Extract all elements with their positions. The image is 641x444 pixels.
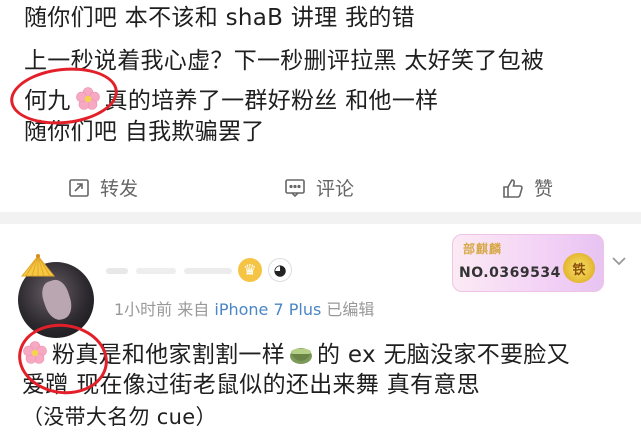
- like-label: 赞: [534, 178, 554, 200]
- comment-button[interactable]: 评论: [284, 174, 354, 201]
- comment-card: ♛ ◕ 1小时前 来自 iPhone 7 Plus 已编辑 部麒麟 NO.036…: [0, 224, 641, 444]
- fan-icon: [20, 254, 56, 277]
- post-text-line-2: 上一秒说着我心虚？下一秒删评拉黑 太好笑了包被: [24, 48, 545, 74]
- fan-badge-medal: 铁: [563, 253, 595, 283]
- comment-text-1c: 的 ex 无脑没家不要脸又: [317, 342, 570, 368]
- fan-badge-number: NO.0369534: [459, 265, 561, 281]
- meta-device[interactable]: iPhone 7 Plus: [214, 300, 321, 319]
- post-body: 随你们吧 本不该和 shaB 讲理 我的错 上一秒说着我心虚？下一秒删评拉黑 太…: [0, 0, 641, 208]
- meta-time: 1小时前: [114, 300, 173, 319]
- comment-meta: 1小时前 来自 iPhone 7 Plus 已编辑: [114, 296, 374, 320]
- user-badges: ♛ ◕: [238, 258, 292, 282]
- comment-icon: [285, 178, 305, 197]
- post-text-line-3-rest: 真的培养了一群好粉丝 和他一样: [104, 88, 439, 114]
- crown-badge-icon[interactable]: ♛: [238, 258, 262, 282]
- like-button[interactable]: 赞: [502, 174, 553, 201]
- section-divider: [0, 212, 641, 224]
- tea-emoji-icon: [290, 348, 313, 364]
- post-action-bar: 转发 评论 赞: [0, 168, 641, 208]
- meta-edited[interactable]: 已编辑: [326, 300, 374, 319]
- repost-button[interactable]: 转发: [68, 174, 138, 201]
- chevron-down-icon[interactable]: [610, 252, 628, 270]
- panda-badge-icon[interactable]: ◕: [268, 258, 292, 282]
- repost-label: 转发: [100, 178, 139, 200]
- avatar[interactable]: [18, 252, 98, 338]
- post-text-line-1: 随你们吧 本不该和 shaB 讲理 我的错: [24, 5, 415, 31]
- like-icon: [503, 178, 523, 198]
- repost-icon: [69, 178, 89, 197]
- comment-text-line-3: （没带大名勿 cue）: [22, 405, 217, 429]
- comment-label: 评论: [316, 178, 355, 200]
- meta-from: 来自: [177, 300, 210, 319]
- fan-badge-card[interactable]: 部麒麟 NO.0369534 铁: [452, 234, 604, 292]
- fan-badge-name: 部麒麟: [463, 242, 503, 256]
- username-blurred[interactable]: [106, 262, 236, 280]
